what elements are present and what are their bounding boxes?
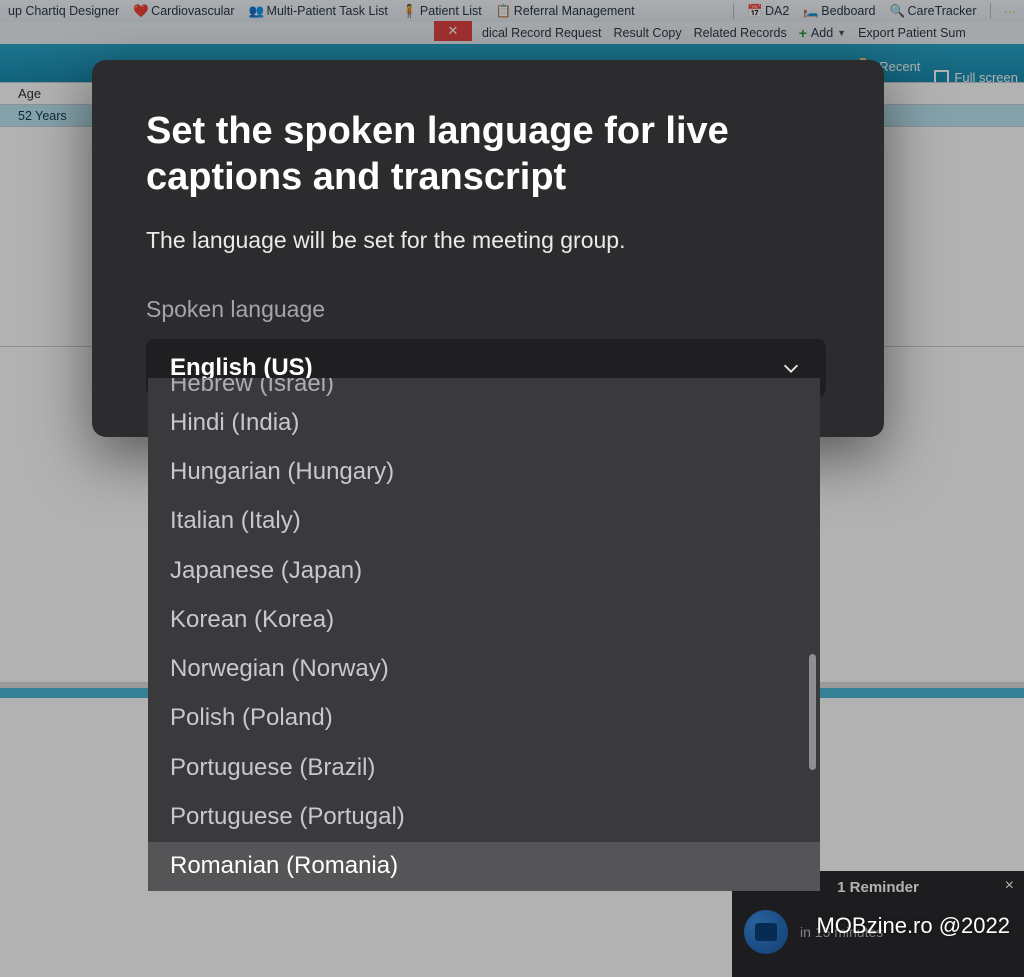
- toolbar-referral[interactable]: 📋 Referral Management: [492, 4, 639, 18]
- language-option[interactable]: Italian (Italy): [148, 497, 820, 546]
- option-label: Norwegian (Norway): [170, 655, 389, 683]
- heart-icon: ❤️: [133, 4, 147, 18]
- language-dropdown: Hebrew (Israel) Hindi (India) Hungarian (…: [148, 378, 820, 891]
- btn-result-copy[interactable]: Result Copy: [610, 26, 686, 40]
- option-label: Japanese (Japan): [170, 557, 362, 585]
- option-label: Portuguese (Portugal): [170, 803, 405, 831]
- option-label: Hindi (India): [170, 409, 299, 437]
- option-label: Korean (Korea): [170, 606, 334, 634]
- chevron-down-icon: [780, 357, 802, 379]
- option-label: Portuguese (Brazil): [170, 754, 375, 782]
- plus-icon: +: [799, 26, 807, 40]
- toolbar-label: Patient List: [420, 4, 482, 18]
- close-icon: ✕: [448, 23, 459, 39]
- language-option[interactable]: Hindi (India): [148, 398, 820, 447]
- close-icon: ×: [1005, 877, 1014, 894]
- toolbar-label: Result Copy: [614, 26, 682, 40]
- language-option-peek[interactable]: Hebrew (Israel): [148, 378, 820, 398]
- ehr-secondary-toolbar: dical Record Request Result Copy Related…: [0, 22, 1024, 44]
- modal-subtitle: The language will be set for the meeting…: [146, 227, 830, 254]
- magnifier-icon: 🔍: [890, 4, 904, 18]
- field-label-spoken-language: Spoken language: [146, 296, 830, 323]
- toolbar-label: up Chartiq Designer: [8, 4, 119, 18]
- ehr-top-toolbar: up Chartiq Designer ❤️ Cardiovascular 👥 …: [0, 0, 1024, 22]
- language-option[interactable]: Norwegian (Norway): [148, 644, 820, 693]
- chevron-down-icon: ▼: [837, 28, 846, 38]
- watermark-text: MOBzine.ro @2022: [816, 913, 1010, 939]
- bed-icon: 🛏️: [803, 4, 817, 18]
- toolbar-label: Recent: [879, 59, 920, 74]
- toolbar-label: Related Records: [694, 26, 787, 40]
- toolbar-label: Bedboard: [821, 4, 875, 18]
- toolbar-multipatient[interactable]: 👥 Multi-Patient Task List: [245, 4, 392, 18]
- language-option[interactable]: Polish (Poland): [148, 694, 820, 743]
- toolbar-label: Multi-Patient Task List: [267, 4, 388, 18]
- language-option[interactable]: Portuguese (Brazil): [148, 743, 820, 792]
- toolbar-bedboard[interactable]: 🛏️ Bedboard: [799, 4, 879, 18]
- toolbar-cardiovascular[interactable]: ❤️ Cardiovascular: [129, 4, 238, 18]
- toolbar-label: dical Record Request: [482, 26, 602, 40]
- option-label: Italian (Italy): [170, 507, 301, 535]
- toolbar-chartiq[interactable]: up Chartiq Designer: [4, 4, 123, 18]
- patient-icon: 🧍: [402, 4, 416, 18]
- toolbar-label: Add: [811, 26, 833, 40]
- toolbar-label: CareTracker: [908, 4, 977, 18]
- people-icon: 👥: [249, 4, 263, 18]
- modal-title: Set the spoken language for live caption…: [146, 108, 830, 201]
- language-option[interactable]: Romanian (Romania): [148, 842, 820, 891]
- btn-export-patient[interactable]: Export Patient Sum: [854, 26, 970, 40]
- language-option[interactable]: Japanese (Japan): [148, 546, 820, 595]
- toolbar-patientlist[interactable]: 🧍 Patient List: [398, 4, 486, 18]
- toolbar-da2[interactable]: 📅 DA2: [743, 4, 793, 18]
- language-option[interactable]: Hungarian (Hungary): [148, 447, 820, 496]
- toolbar-label: DA2: [765, 4, 789, 18]
- option-label: Hungarian (Hungary): [170, 458, 394, 486]
- language-option[interactable]: Korean (Korea): [148, 595, 820, 644]
- dropdown-scrollbar[interactable]: [809, 654, 816, 770]
- window-close-button[interactable]: ✕: [434, 21, 472, 41]
- calendar-avatar-icon: [744, 910, 788, 954]
- toolbar-more[interactable]: ⋯: [1000, 4, 1021, 19]
- table-cell-value: 52 Years: [18, 109, 67, 123]
- reminder-close-button[interactable]: ×: [1005, 877, 1014, 895]
- toolbar-label: Export Patient Sum: [858, 26, 966, 40]
- language-option[interactable]: Portuguese (Portugal): [148, 792, 820, 841]
- btn-medrecord-request[interactable]: dical Record Request: [478, 26, 606, 40]
- calendar-icon: 📅: [747, 4, 761, 18]
- option-label: Romanian (Romania): [170, 852, 398, 880]
- toolbar-label: Cardiovascular: [151, 4, 234, 18]
- btn-add[interactable]: + Add ▼: [795, 26, 850, 40]
- toolbar-caretracker[interactable]: 🔍 CareTracker: [886, 4, 981, 18]
- btn-related-records[interactable]: Related Records: [690, 26, 791, 40]
- clipboard-icon: 📋: [496, 4, 510, 18]
- option-label: Hebrew (Israel): [170, 378, 334, 398]
- option-label: Polish (Poland): [170, 704, 333, 732]
- table-header-label: Age: [18, 86, 41, 101]
- toolbar-label: Referral Management: [514, 4, 635, 18]
